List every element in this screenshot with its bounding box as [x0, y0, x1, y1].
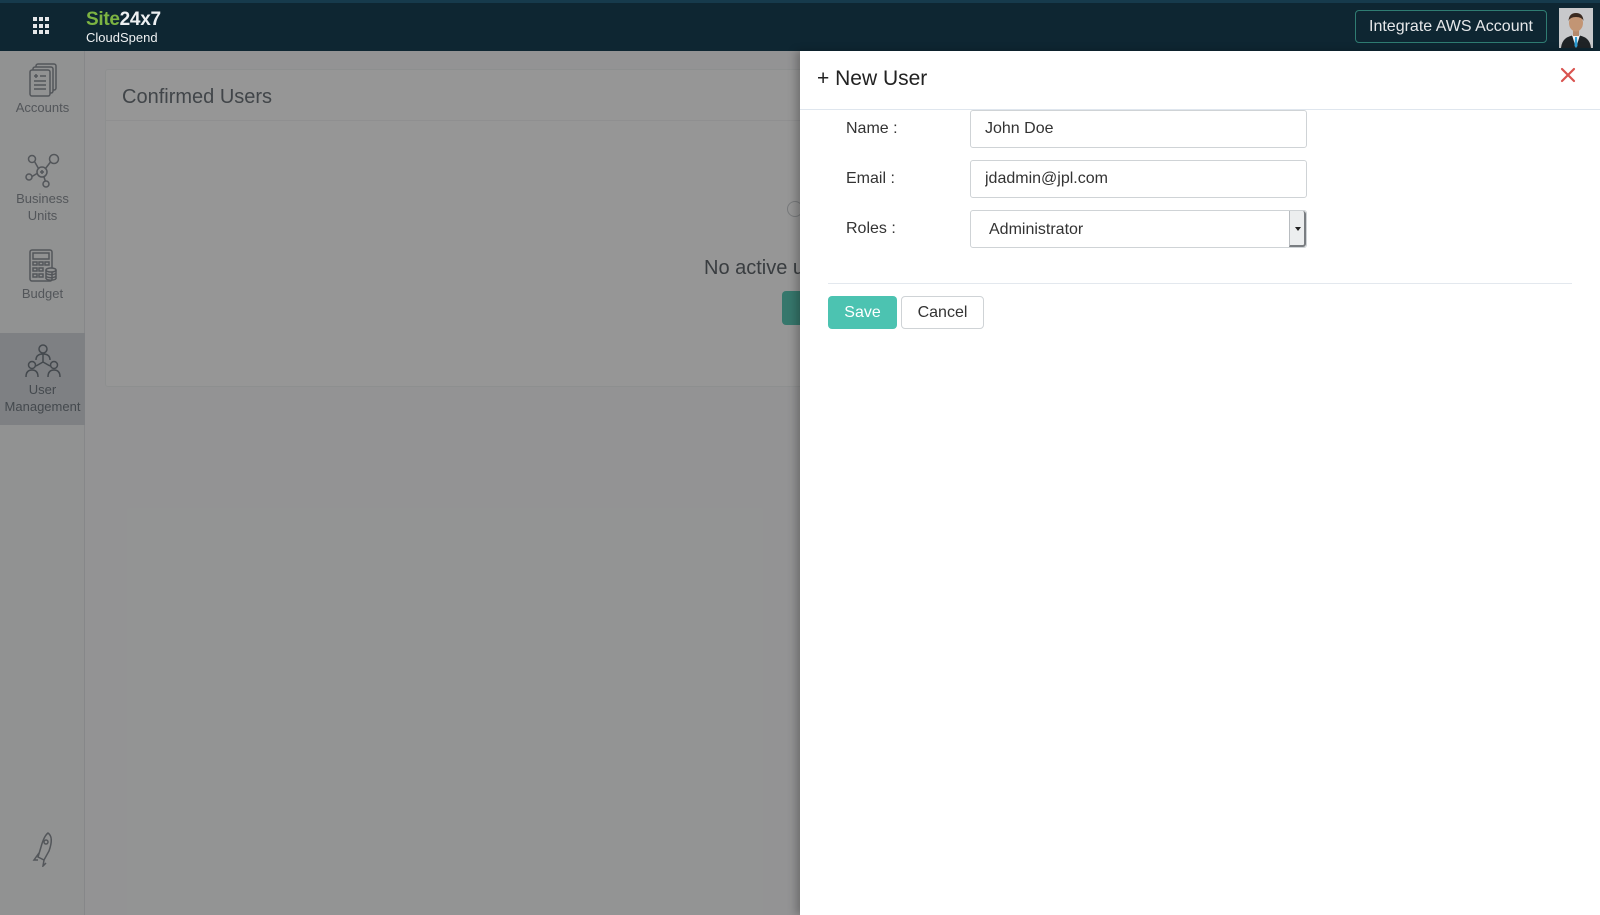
user-avatar[interactable] — [1559, 8, 1593, 48]
name-row: Name : — [800, 110, 1600, 148]
modal-overlay[interactable] — [0, 51, 800, 915]
brand-logo[interactable]: Site24x7 CloudSpend — [86, 9, 161, 45]
roles-select[interactable]: Administrator — [970, 210, 1307, 248]
form-divider — [828, 283, 1572, 284]
name-input[interactable] — [970, 110, 1307, 148]
save-button[interactable]: Save — [828, 296, 897, 329]
chevron-down-icon — [1295, 227, 1301, 231]
roles-label: Roles : — [846, 220, 896, 237]
top-header: Site24x7 CloudSpend Integrate AWS Accoun… — [0, 0, 1600, 51]
roles-row: Roles : Administrator — [800, 210, 1600, 248]
name-label: Name : — [846, 120, 898, 137]
brand-24x7: 24x7 — [119, 9, 161, 30]
grid-apps-icon[interactable] — [33, 17, 51, 35]
brand-site: Site — [86, 9, 120, 30]
cancel-button[interactable]: Cancel — [901, 296, 984, 329]
product-name: CloudSpend — [86, 30, 158, 45]
roles-selected-value: Administrator — [989, 221, 1084, 238]
integrate-aws-account-button[interactable]: Integrate AWS Account — [1355, 10, 1547, 43]
dropdown-toggle[interactable] — [1289, 211, 1306, 247]
email-row: Email : — [800, 160, 1600, 198]
email-input[interactable] — [970, 160, 1307, 198]
close-x-icon — [1560, 67, 1576, 83]
close-button[interactable] — [1560, 67, 1582, 89]
panel-title: + New User — [817, 67, 928, 90]
new-user-panel: + New User Name : Email : Roles : Admini… — [800, 51, 1600, 915]
email-label: Email : — [846, 170, 895, 187]
panel-header: + New User — [800, 51, 1600, 110]
